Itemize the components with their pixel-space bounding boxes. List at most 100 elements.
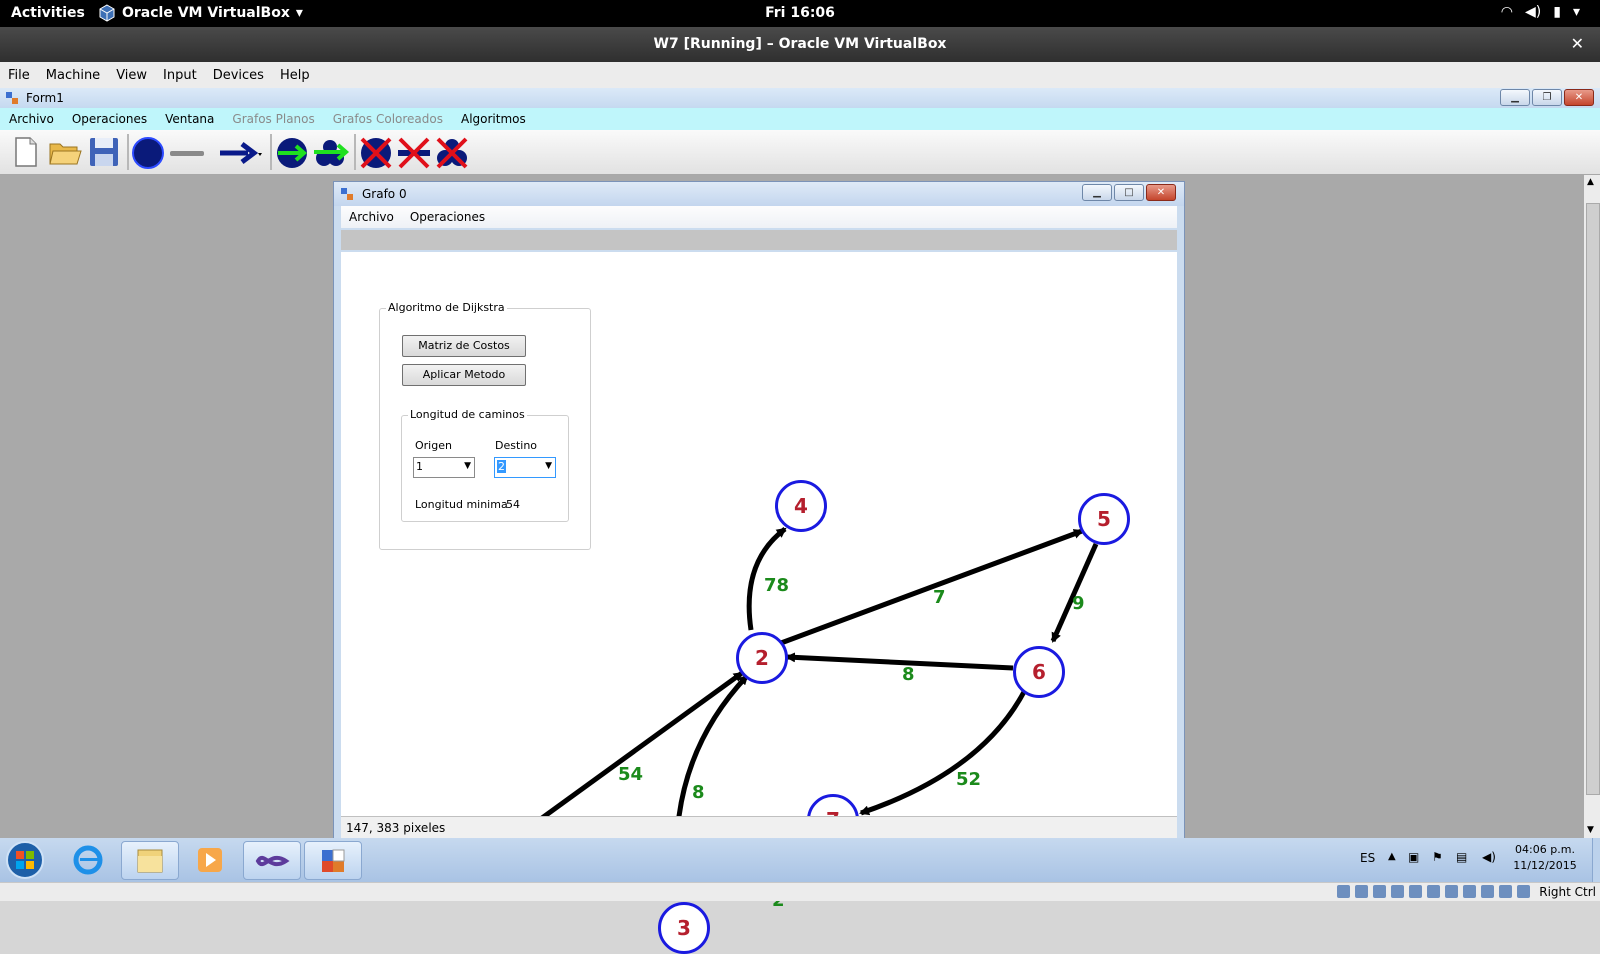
- child-status-bar: 147, 383 pixeles: [341, 816, 1177, 839]
- graph-node-3[interactable]: 3: [658, 902, 710, 954]
- mouse-integration-icon[interactable]: [1499, 885, 1512, 898]
- show-desktop-button[interactable]: [1592, 838, 1600, 882]
- menu-archivo[interactable]: Archivo: [341, 210, 402, 224]
- scroll-thumb[interactable]: [1586, 203, 1600, 795]
- graph-node-6[interactable]: 6: [1013, 646, 1065, 698]
- edge-2-5[interactable]: [780, 528, 1084, 646]
- child-title-bar: Grafo 0 ▁ □ ✕: [334, 182, 1184, 206]
- form-icon: [6, 92, 18, 104]
- directed-edge-tool-icon[interactable]: [216, 134, 266, 170]
- close-icon[interactable]: ✕: [1571, 34, 1584, 53]
- network-icon[interactable]: ▤: [1456, 850, 1467, 864]
- minimize-button[interactable]: ▁: [1082, 184, 1112, 201]
- delete-node-icon[interactable]: [358, 134, 394, 170]
- child-toolstrip: [341, 230, 1177, 250]
- system-clock[interactable]: 04:06 p.m. 11/12/2015: [1510, 842, 1580, 874]
- menu-grafos-planos[interactable]: Grafos Planos: [223, 112, 323, 126]
- edge-weight-3-2: 8: [692, 782, 705, 803]
- clock-time: 04:06 p.m.: [1515, 843, 1575, 856]
- menu-input[interactable]: Input: [155, 68, 205, 83]
- show-hidden-icons-icon[interactable]: ▲: [1388, 851, 1396, 862]
- graph-node-2[interactable]: 2: [736, 632, 788, 684]
- save-icon[interactable]: [86, 134, 122, 170]
- edge-weight-2-4: 78: [764, 575, 790, 596]
- restore-button[interactable]: ❐: [1532, 89, 1562, 106]
- wifi-icon: ◠: [1500, 4, 1514, 20]
- graph-canvas[interactable]: Algoritmo de Dijkstra Matriz de Costos A…: [341, 252, 1177, 954]
- menu-file[interactable]: File: [0, 68, 38, 83]
- form-app-icon: [322, 849, 345, 872]
- taskbar-ie[interactable]: [60, 841, 116, 878]
- action-center-icon[interactable]: ⚑: [1432, 850, 1443, 864]
- minimize-button[interactable]: ▁: [1500, 89, 1530, 106]
- graph-edges: [540, 527, 1099, 816]
- cursor-coordinates: 147, 383 pixeles: [346, 821, 446, 835]
- volume-icon: ◀): [1525, 4, 1542, 20]
- clock[interactable]: Fri 16:06: [0, 5, 1600, 21]
- new-file-icon[interactable]: [8, 134, 44, 170]
- form1-title: Form1: [26, 91, 64, 105]
- form1-menu-bar: Archivo Operaciones Ventana Grafos Plano…: [0, 108, 1600, 130]
- video-capture-icon[interactable]: [1463, 885, 1476, 898]
- menu-archivo[interactable]: Archivo: [0, 112, 63, 126]
- language-indicator[interactable]: ES: [1360, 851, 1375, 865]
- menu-operaciones[interactable]: Operaciones: [63, 112, 156, 126]
- audio-icon[interactable]: [1373, 885, 1386, 898]
- vbox-status-icons: [1337, 885, 1530, 898]
- visual-studio-icon: [255, 855, 290, 867]
- taskbar-explorer[interactable]: [121, 841, 179, 880]
- start-button-icon[interactable]: [4, 840, 46, 880]
- host-key-label: Right Ctrl: [1539, 885, 1596, 899]
- vbox-menu-bar: File Machine View Input Devices Help: [0, 62, 1600, 89]
- menu-ventana[interactable]: Ventana: [156, 112, 223, 126]
- optical-drive-icon[interactable]: [1355, 885, 1368, 898]
- taskbar-media-player[interactable]: [182, 841, 238, 878]
- usb-icon[interactable]: [1409, 885, 1422, 898]
- vertical-scrollbar[interactable]: ▲ ▼: [1584, 175, 1600, 838]
- maximize-button[interactable]: □: [1114, 184, 1144, 201]
- node-tool-icon[interactable]: [130, 134, 166, 170]
- taskbar-visual-studio[interactable]: [243, 841, 301, 880]
- child-title: Grafo 0: [362, 187, 407, 201]
- delete-edge-icon[interactable]: [396, 134, 432, 170]
- edge-weight-5-6: 9: [1072, 593, 1085, 614]
- edge-tool-icon[interactable]: [168, 134, 208, 170]
- graph-node-4[interactable]: 4: [775, 480, 827, 532]
- menu-grafos-coloreados[interactable]: Grafos Coloreados: [324, 112, 452, 126]
- network-icon[interactable]: [1391, 885, 1404, 898]
- edge-weight-6-7: 52: [956, 769, 982, 790]
- form1-title-bar: Form1 ▁ ❐ ✕: [0, 88, 1600, 108]
- menu-help[interactable]: Help: [272, 68, 318, 83]
- open-folder-icon[interactable]: [47, 134, 83, 170]
- battery-icon: ▮: [1553, 4, 1561, 20]
- cpu-icon[interactable]: [1481, 885, 1494, 898]
- chevron-down-icon: ▾: [1572, 4, 1580, 20]
- keyboard-icon[interactable]: [1517, 885, 1530, 898]
- menu-view[interactable]: View: [108, 68, 155, 83]
- edge-6-2[interactable]: [785, 652, 1014, 671]
- taskbar-form-app[interactable]: [304, 841, 362, 880]
- scroll-up-icon[interactable]: ▲: [1587, 177, 1594, 187]
- move-node-icon[interactable]: [274, 134, 310, 170]
- move-graph-icon[interactable]: [312, 134, 352, 170]
- window-title: W7 [Running] – Oracle VM VirtualBox: [653, 36, 947, 52]
- internet-explorer-icon: [73, 845, 103, 875]
- menu-machine[interactable]: Machine: [38, 68, 108, 83]
- display-icon[interactable]: [1445, 885, 1458, 898]
- delete-graph-icon[interactable]: [434, 134, 470, 170]
- graph-node-5[interactable]: 5: [1078, 493, 1130, 545]
- menu-devices[interactable]: Devices: [205, 68, 272, 83]
- system-tray[interactable]: ◠ ◀) ▮ ▾: [1501, 4, 1580, 20]
- edge-6-7[interactable]: [859, 688, 1028, 816]
- close-button[interactable]: ✕: [1146, 184, 1176, 201]
- volume-icon[interactable]: ◀): [1482, 850, 1496, 864]
- edge-weight-6-2: 8: [902, 664, 915, 685]
- menu-operaciones[interactable]: Operaciones: [402, 210, 493, 224]
- main-toolbar: [0, 130, 1600, 175]
- menu-algoritmos[interactable]: Algoritmos: [452, 112, 535, 126]
- hard-disk-icon[interactable]: [1337, 885, 1350, 898]
- network-error-icon[interactable]: ▣: [1408, 850, 1419, 864]
- scroll-down-icon[interactable]: ▼: [1587, 825, 1594, 835]
- close-button[interactable]: ✕: [1564, 89, 1594, 106]
- shared-folders-icon[interactable]: [1427, 885, 1440, 898]
